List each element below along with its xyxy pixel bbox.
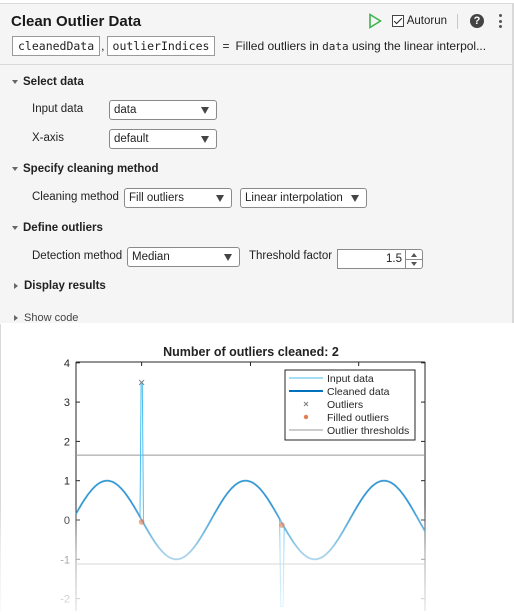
chevron-down-icon <box>216 195 224 202</box>
collapse-icon <box>12 80 18 84</box>
equals-sign: = <box>222 39 230 53</box>
header-divider <box>0 64 512 65</box>
task-toolbar: Autorun ? <box>368 12 502 30</box>
y-tick-label: 4 <box>64 358 70 370</box>
filled-outlier-marker <box>138 519 145 525</box>
summary-pre: Filled outliers in <box>235 39 323 53</box>
detection-method-dropdown[interactable]: Median <box>127 247 240 267</box>
y-tick-label: 0 <box>64 515 70 527</box>
input-data-dropdown[interactable]: data <box>109 100 217 120</box>
legend-label: Outliers <box>327 399 363 411</box>
chevron-down-icon <box>351 195 359 202</box>
fill-method-dropdown[interactable]: Linear interpolation <box>240 188 367 208</box>
increment-icon[interactable] <box>411 253 417 257</box>
threshold-factor-spinner[interactable]: 1.5 <box>337 249 425 269</box>
output-var-indices[interactable]: outlierIndices <box>106 36 216 56</box>
show-code-label: Show code <box>24 312 79 324</box>
chevron-down-icon <box>201 107 209 114</box>
legend-label: Cleaned data <box>327 386 390 398</box>
detection-method-label: Detection method <box>32 250 123 262</box>
legend-label: Outlier thresholds <box>327 425 409 437</box>
cleaning-method-dropdown[interactable]: Fill outliers <box>124 188 232 208</box>
decrement-icon[interactable] <box>411 262 417 266</box>
y-tick-label: -2 <box>60 594 70 606</box>
play-icon[interactable] <box>368 13 382 29</box>
legend-label: Input data <box>327 373 374 385</box>
output-comma: , <box>101 39 105 53</box>
filled-outlier-marker <box>279 522 285 528</box>
cleaning-method-value: Fill outliers <box>129 192 184 204</box>
spinner-buttons[interactable] <box>406 249 423 269</box>
xaxis-dropdown[interactable]: default <box>109 129 217 149</box>
detection-method-value: Median <box>132 251 170 263</box>
chart-title: Number of outliers cleaned: 2 <box>163 345 339 359</box>
y-tick-label: 3 <box>64 397 70 409</box>
live-task-panel: Clean Outlier Data Autorun ? cleanedData… <box>0 3 514 324</box>
legend-label: Filled outliers <box>327 412 389 424</box>
threshold-factor-label: Threshold factor <box>249 250 333 262</box>
section-label: Specify cleaning method <box>23 163 159 175</box>
y-tick-label: 1 <box>64 476 70 488</box>
section-label: Select data <box>23 76 84 88</box>
output-summary: cleanedData , outlierIndices = Filled ou… <box>12 36 486 56</box>
section-label: Display results <box>24 280 106 292</box>
spinner-divider <box>406 259 422 260</box>
cleaning-method-label: Cleaning method <box>32 191 119 203</box>
autorun-toggle[interactable]: Autorun <box>391 15 447 27</box>
autorun-checkbox[interactable] <box>391 15 404 27</box>
outlier-chart: 4 3 2 1 0 -1 -2 Input dataCleaned dataOutliers… <box>60 345 426 611</box>
chevron-down-icon <box>201 136 209 143</box>
collapse-icon <box>12 226 18 230</box>
section-select-data[interactable]: Select data <box>12 76 84 88</box>
output-figure: 4 3 2 1 0 -1 -2 Input data Cleaned data Outliers… <box>0 324 512 611</box>
expand-icon <box>14 283 18 289</box>
task-title: Clean Outlier Data <box>11 13 142 30</box>
more-options-icon[interactable] <box>498 14 502 28</box>
section-display-results[interactable]: Display results <box>12 280 106 292</box>
fill-method-value: Linear interpolation <box>245 192 343 204</box>
expand-icon <box>14 315 18 321</box>
section-label: Define outliers <box>23 222 103 234</box>
toolbar-divider <box>457 13 458 29</box>
show-code-toggle[interactable]: Show code <box>12 312 78 324</box>
input-data-value: data <box>114 104 137 116</box>
y-tick-label: 2 <box>64 436 70 448</box>
outlier-marker <box>138 379 145 386</box>
section-define-outliers[interactable]: Define outliers <box>12 222 103 234</box>
y-tick-label: -1 <box>60 554 70 566</box>
legend-swatch-filled <box>303 414 309 420</box>
xaxis-label: X-axis <box>32 132 64 144</box>
section-cleaning-method[interactable]: Specify cleaning method <box>12 163 158 175</box>
input-data-label: Input data <box>32 103 84 115</box>
output-var-cleaned[interactable]: cleanedData <box>12 36 101 56</box>
cleaned-data-line <box>75 479 426 561</box>
summary-code: data <box>322 40 349 53</box>
autorun-label: Autorun <box>406 15 447 27</box>
help-icon[interactable]: ? <box>470 14 484 28</box>
xaxis-value: default <box>114 133 149 145</box>
threshold-factor-input[interactable]: 1.5 <box>337 249 406 269</box>
summary-post: using the linear interpol... <box>348 39 487 53</box>
collapse-icon <box>12 167 18 171</box>
chevron-down-icon <box>224 254 232 261</box>
summary-text: Filled outliers in data using the linear… <box>235 39 486 53</box>
